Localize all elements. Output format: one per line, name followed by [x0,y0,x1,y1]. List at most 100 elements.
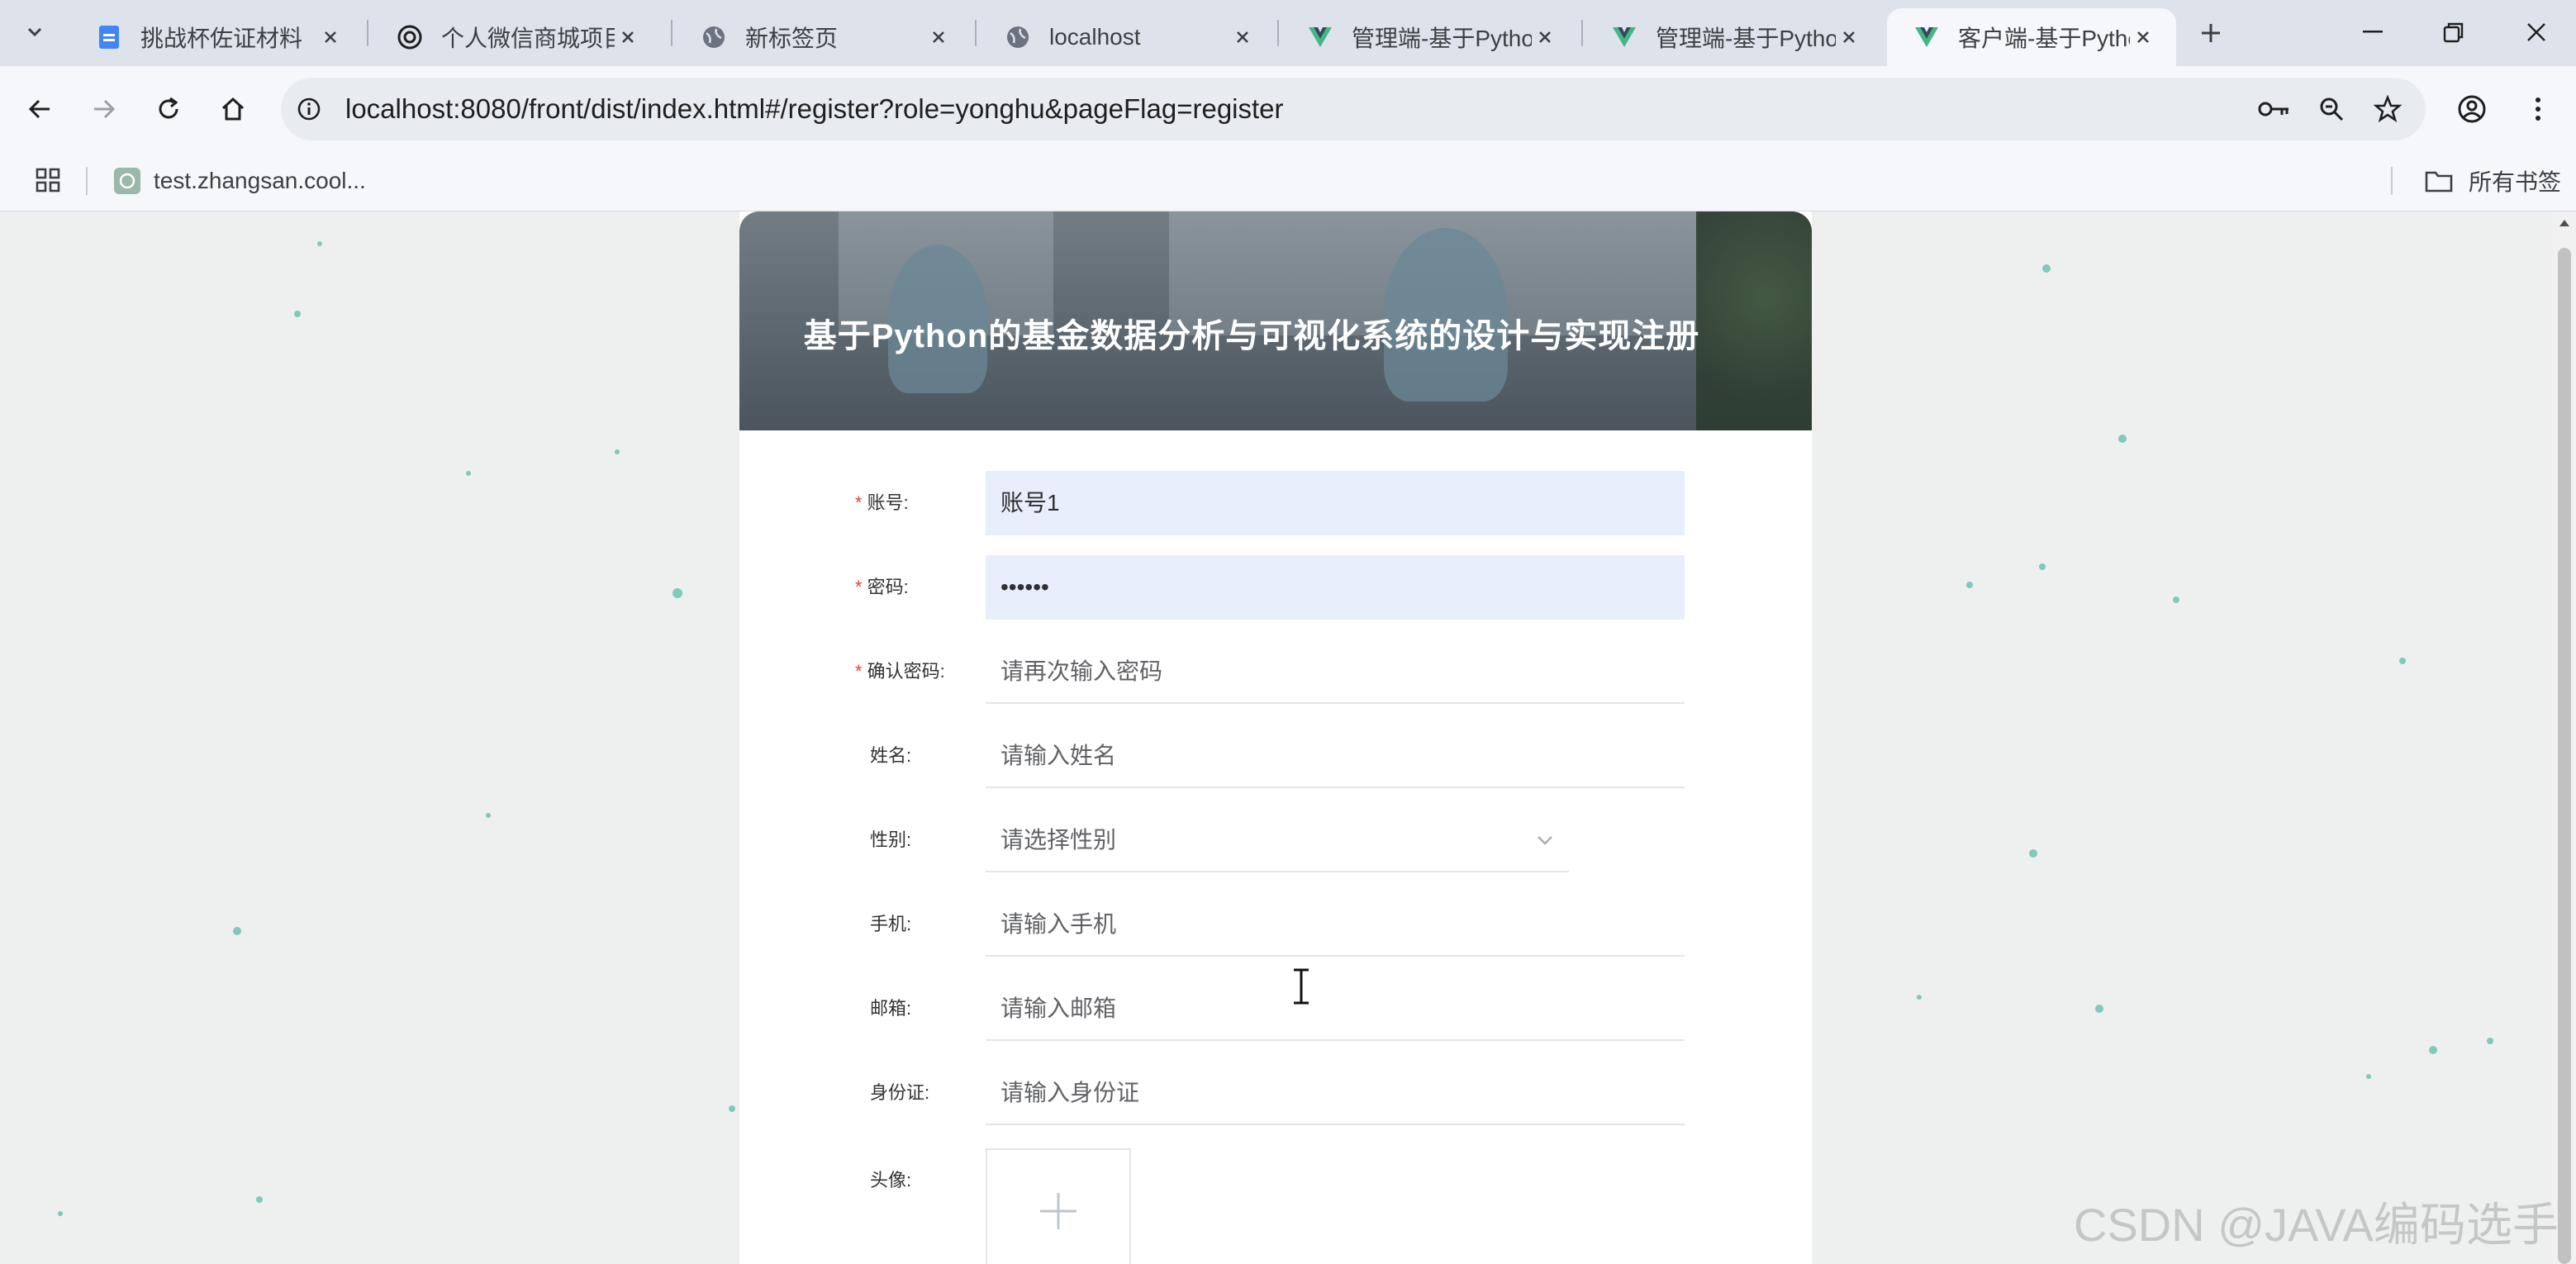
globe-icon [701,24,727,50]
reload-icon [159,97,178,119]
kebab-menu-icon [2536,97,2540,121]
confirm-password-input[interactable]: 请再次输入密码 [986,639,1685,704]
select-placeholder: 请选择性别 [1000,827,1117,853]
tab-6-active[interactable]: 客户端-基于Pytho [1887,8,2176,66]
apps-grid-icon [36,168,60,192]
minimize-button[interactable] [2348,12,2398,53]
phone-input[interactable]: 请输入手机 [986,892,1685,957]
id-card-input[interactable]: 请输入身份证 [986,1061,1685,1125]
form-row-avatar: 头像: [739,1148,1812,1264]
particle-dot [294,311,301,317]
openai-icon [397,24,423,50]
close-icon[interactable] [1229,24,1256,50]
tab-title: 个人微信商城项目 [441,26,615,51]
form-row-confirm-password: * 确认密码: 请再次输入密码 [739,639,1812,704]
plus-icon [2202,24,2220,42]
particle-dot [2366,1074,2371,1079]
zoom-button[interactable] [2313,91,2350,127]
particle-dot [673,588,682,598]
site-info-button[interactable] [291,91,327,127]
close-icon[interactable] [1532,24,1558,50]
bookmark-divider [86,167,88,195]
tab-3[interactable]: localhost [978,8,1276,66]
reload-button[interactable] [150,91,187,127]
tab-separator [1581,20,1583,46]
field-label: * 账号: [855,492,909,513]
tab-4[interactable]: 管理端-基于Pytho [1281,8,1578,66]
chevron-down-icon [1533,828,1557,853]
particle-dot [1917,995,1922,1000]
bookmark-star-button[interactable] [2369,91,2406,127]
tab-title: 挑战杯佐证材料 [140,26,303,51]
watermark-text: CSDN @JAVA编码选手 [2074,1199,2559,1251]
tab-5[interactable]: 管理端-基于Pytho [1585,8,1882,66]
form-row-password: * 密码: •••••• [739,555,1812,620]
field-label: 性别: [870,829,912,850]
gender-select[interactable]: 请选择性别 [986,808,1569,872]
email-input[interactable]: 请输入邮箱 [986,977,1685,1041]
particle-dot [2399,658,2406,664]
particle-dot [2429,1046,2437,1054]
form-row-phone: 手机: 请输入手机 [739,892,1812,957]
particle-dot [2173,596,2179,603]
browser-toolbar: localhost:8080/front/dist/index.html#/re… [0,66,2576,150]
tab-0[interactable]: 挑战杯佐证材料 [69,8,364,66]
tab-1[interactable]: 个人微信商城项目 [370,8,661,66]
chevron-down-icon [27,27,42,37]
menu-button[interactable] [2520,91,2556,127]
vue-icon [1913,24,1940,50]
vue-icon [1307,24,1333,50]
openai-icon [114,168,140,194]
avatar-upload-button[interactable] [986,1148,1131,1264]
particle-dot [2029,849,2037,858]
address-bar[interactable]: localhost:8080/front/dist/index.html#/re… [281,78,2426,140]
tab-2[interactable]: 新标签页 [674,8,972,66]
close-window-button[interactable] [2512,12,2561,53]
close-icon[interactable] [925,24,952,50]
close-icon[interactable] [1836,24,1862,50]
home-button[interactable] [215,91,251,127]
password-input[interactable]: •••••• [986,555,1685,620]
back-button[interactable] [21,91,58,127]
tab-separator [1277,20,1279,46]
form-row-gender: 性别: 请选择性别 [739,808,1812,872]
restore-button[interactable] [2429,12,2479,53]
profile-button[interactable] [2454,91,2490,127]
arrow-left-icon [28,99,50,119]
globe-icon [1005,24,1031,50]
name-input[interactable]: 请输入姓名 [986,724,1685,788]
key-icon [2258,102,2288,116]
tab-title: 管理端-基于Pytho [1352,26,1532,51]
url-text[interactable]: localhost:8080/front/dist/index.html#/re… [345,78,1284,140]
required-mark: * [855,661,863,682]
close-icon[interactable] [317,24,344,50]
apps-button[interactable] [30,162,66,198]
profile-icon [2458,95,2486,123]
form-row-account: * 账号: 账号1 [739,471,1812,535]
bookmark-item[interactable]: test.zhangsan.cool... [114,150,366,211]
field-label: 头像: [870,1170,912,1190]
bookmark-divider [2391,167,2393,195]
restore-icon [2443,22,2464,43]
close-icon[interactable] [2130,24,2156,50]
forward-button[interactable] [86,91,122,127]
particle-dot [233,927,241,935]
field-label: 手机: [870,914,912,934]
tab-search-button[interactable] [17,13,53,50]
all-bookmarks-button[interactable]: 所有书签 [2424,150,2561,211]
all-bookmarks-label: 所有书签 [2469,169,2562,195]
scroll-up-arrow-icon[interactable] [2558,216,2571,230]
close-icon[interactable] [615,24,641,50]
tab-title: localhost [1049,24,1141,50]
password-key-button[interactable] [2255,91,2292,127]
account-input[interactable]: 账号1 [986,471,1685,535]
arrow-right-icon [94,99,116,119]
field-label: * 密码: [855,577,909,597]
page-scrollbar[interactable] [2553,211,2576,1264]
folder-icon [2424,166,2454,196]
register-card: 基于Python的基金数据分析与可视化系统的设计与实现注册 * 账号: 账号1 *… [739,211,1812,1264]
scrollbar-thumb[interactable] [2558,248,2571,1264]
particle-dot [2118,435,2127,443]
new-tab-button[interactable] [2193,15,2229,51]
particle-dot [2487,1038,2493,1044]
